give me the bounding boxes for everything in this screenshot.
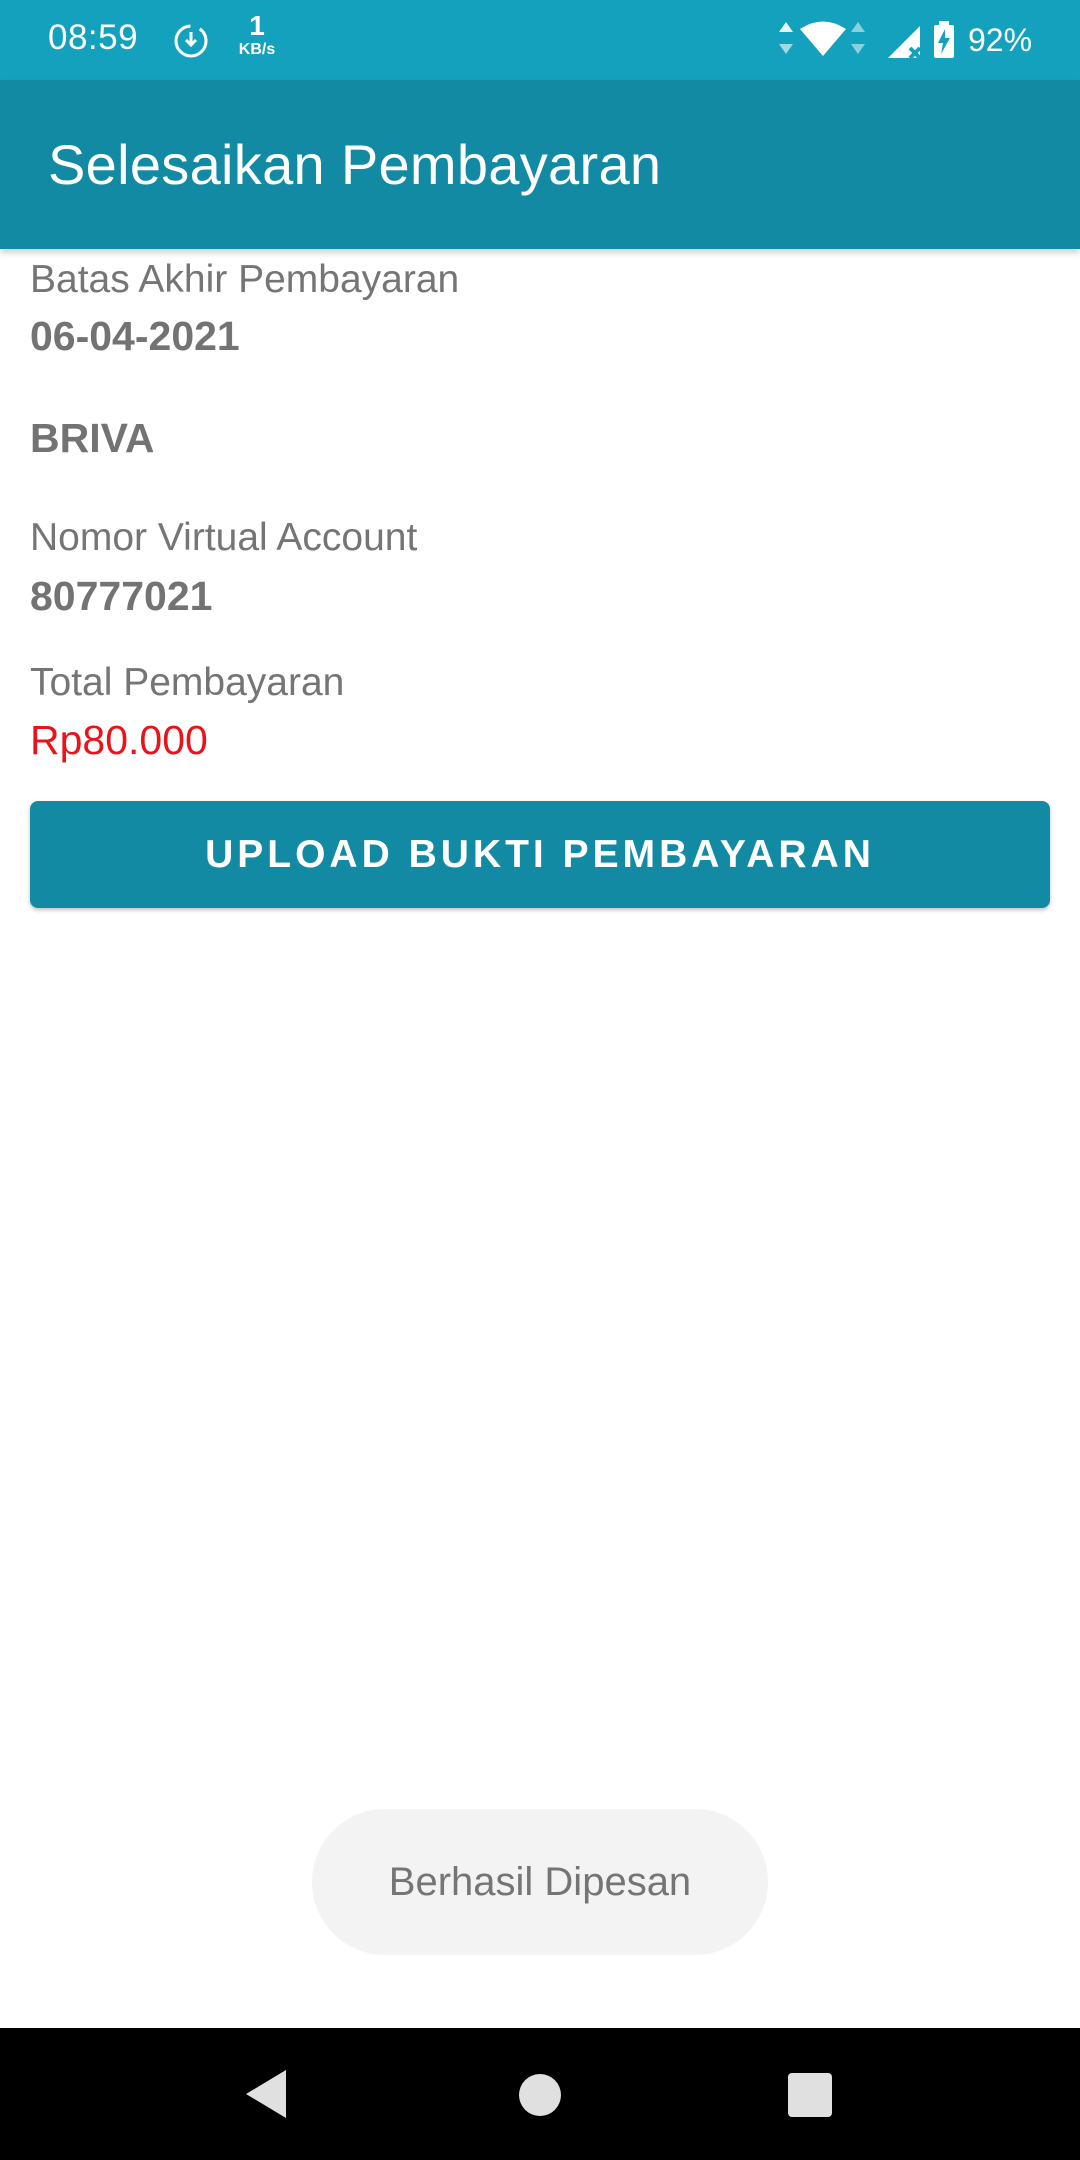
home-icon[interactable] (517, 2072, 563, 2118)
battery-percent: 92% (968, 22, 1033, 58)
sync-icon (174, 24, 208, 58)
page-title: Selesaikan Pembayaran (48, 133, 662, 196)
virtual-account-number: 80777021 (30, 573, 213, 619)
network-speed: 1 KB/s (232, 12, 282, 58)
payment-screen: 08:59 1 KB/s 92% Selesaikan Pembayaran B… (0, 0, 1080, 2160)
virtual-account-label: Nomor Virtual Account (30, 516, 418, 559)
wifi-icon (800, 21, 846, 56)
back-icon[interactable] (242, 2066, 290, 2122)
deadline-label: Batas Akhir Pembayaran (30, 258, 460, 301)
upload-proof-button[interactable]: UPLOAD BUKTI PEMBAYARAN (30, 801, 1050, 908)
network-speed-unit: KB/s (238, 41, 276, 58)
bank-name: BRIVA (30, 415, 155, 461)
status-time: 08:59 (48, 18, 139, 57)
data-arrows-icon (851, 22, 865, 54)
total-payment-amount: Rp80.000 (30, 717, 208, 763)
data-arrows-icon (779, 22, 793, 54)
status-bar: 08:59 1 KB/s 92% (0, 0, 1080, 80)
deadline-value: 06-04-2021 (30, 313, 240, 359)
recents-icon[interactable] (786, 2071, 834, 2119)
app-bar: Selesaikan Pembayaran (0, 80, 1080, 249)
total-payment-label: Total Pembayaran (30, 661, 345, 704)
network-speed-value: 1 (249, 10, 265, 41)
navigation-bar (0, 2028, 1080, 2160)
battery-icon (934, 21, 954, 58)
signal-icon (888, 26, 922, 60)
toast-message: Berhasil Dipesan (312, 1809, 768, 1955)
